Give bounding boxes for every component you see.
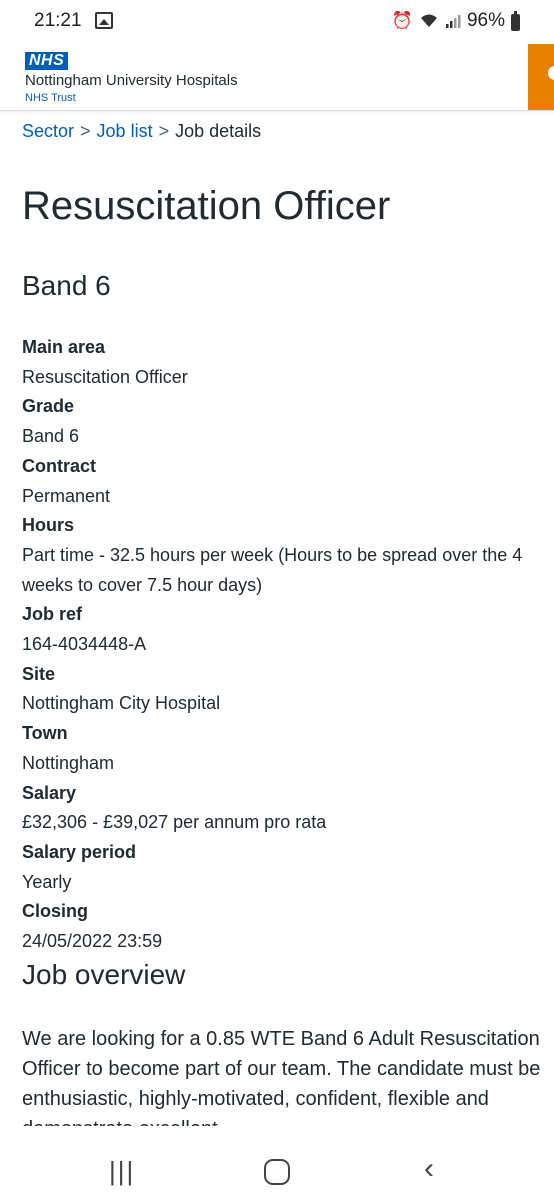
detail-label: Main area [22, 337, 106, 357]
breadcrumb-separator: > [158, 121, 170, 141]
detail-label: Salary period [22, 841, 137, 862]
page-title: Resuscitation Officer [22, 184, 391, 228]
detail-value: Part time - 32.5 hours per week (Hours t… [22, 544, 523, 595]
breadcrumb-current: Job details [175, 121, 262, 141]
detail-label: Closing [22, 901, 88, 922]
detail-label: Salary [22, 782, 77, 803]
detail-label: Contract [22, 455, 97, 476]
detail-value: Permanent [22, 485, 111, 506]
detail-value: Resuscitation Officer [22, 366, 188, 387]
detail-value: Nottingham City Hospital [22, 693, 221, 714]
overview-heading: Job overview [22, 959, 186, 990]
breadcrumb-job-list[interactable]: Job list [97, 121, 153, 141]
alarm-icon: ⏰ [391, 11, 413, 30]
site-header: NHS Nottingham University Hospitals NHS … [0, 44, 554, 111]
wifi-icon [420, 14, 437, 27]
menu-toggle[interactable] [528, 44, 554, 110]
nhs-logo[interactable]: NHS [25, 52, 69, 70]
org-name: Nottingham University Hospitals [25, 72, 238, 89]
gallery-icon [95, 12, 113, 29]
detail-value: Yearly [22, 871, 72, 892]
detail-value: Band 6 [22, 426, 80, 447]
breadcrumb-sector[interactable]: Sector [22, 121, 74, 141]
detail-value: £32,306 - £39,027 per annum pro rata [22, 812, 327, 833]
detail-value: 24/05/2022 23:59 [22, 931, 163, 952]
status-time: 21:21 [34, 10, 82, 31]
status-bar: 21:21 ⏰ 96% [0, 0, 554, 44]
detail-label: Grade [22, 396, 75, 417]
org-sub: NHS Trust [25, 92, 76, 104]
breadcrumb: Sector > Job list > Job details [22, 121, 261, 142]
detail-label: Job ref [22, 604, 83, 625]
home-icon[interactable] [264, 1159, 290, 1185]
signal-icon [445, 15, 461, 28]
system-nav-bar: ||| ‹ [0, 1148, 554, 1200]
battery-icon [511, 10, 520, 31]
job-details: Main area Resuscitation Officer Grade Ba… [22, 333, 542, 957]
back-icon[interactable]: ‹ [424, 1152, 434, 1186]
detail-value: Nottingham [22, 752, 115, 773]
detail-label: Hours [22, 515, 75, 536]
detail-value: 164-4034448-A [22, 634, 147, 655]
job-band: Band 6 [22, 270, 111, 301]
recents-icon[interactable]: ||| [109, 1156, 135, 1187]
battery-percent: 96% [466, 10, 505, 31]
overview-text: We are looking for a 0.85 WTE Band 6 Adu… [22, 1028, 541, 1126]
status-icons: ⏰ 96% [392, 10, 520, 32]
breadcrumb-separator: > [80, 121, 91, 141]
detail-label: Site [22, 663, 56, 684]
detail-label: Town [22, 723, 68, 744]
